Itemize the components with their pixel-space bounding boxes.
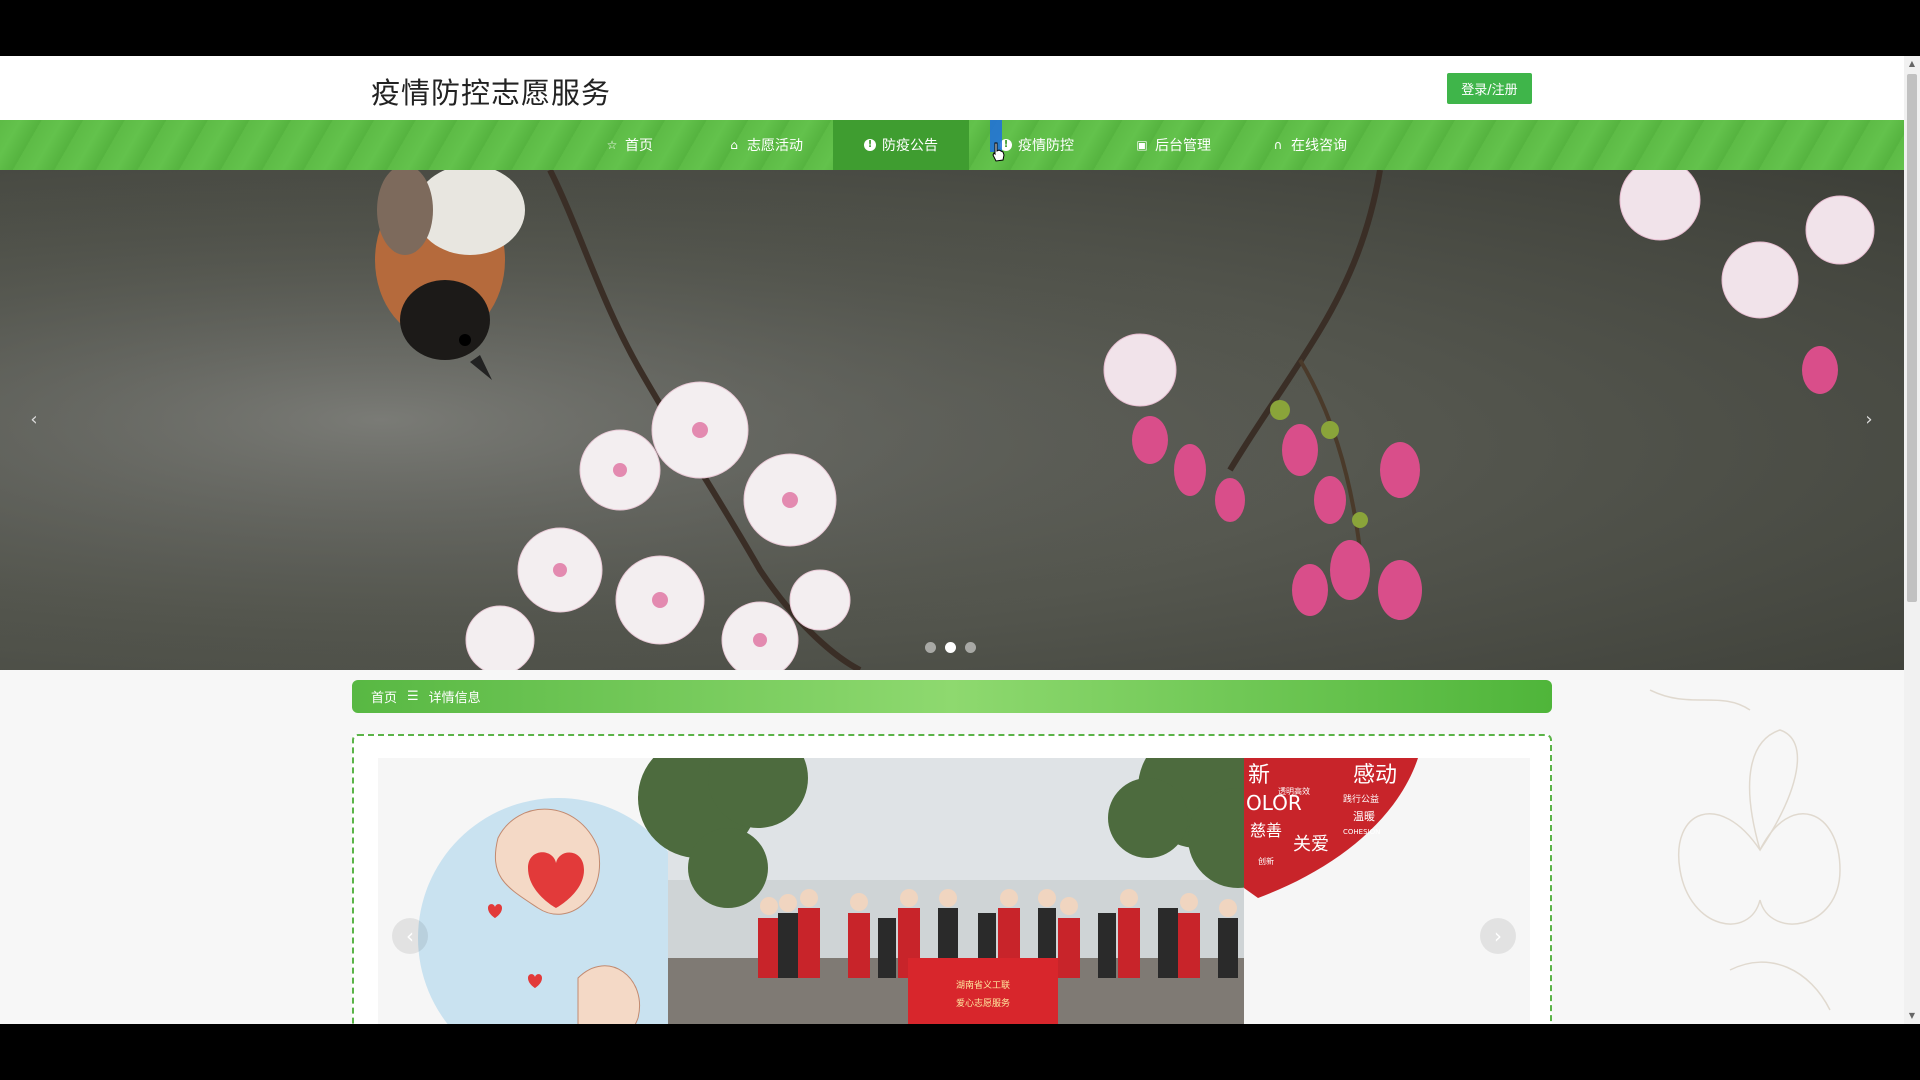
- breadcrumb: 首页 ☰ 详情信息: [352, 680, 1552, 713]
- nav-item-label: 首页: [625, 138, 653, 154]
- breadcrumb-home-link[interactable]: 首页: [371, 687, 397, 706]
- nav-item-label: 志愿活动: [747, 138, 803, 154]
- detail-panel: 湖南省义工联 爱心志愿服务 新 感动 OLOR 慈善 关爱 温暖 践行公益 透明…: [352, 734, 1552, 1024]
- scroll-down-icon[interactable]: ▼: [1908, 1012, 1916, 1020]
- hero-next-arrow[interactable]: ›: [1857, 408, 1881, 432]
- hero-prev-arrow[interactable]: ‹: [22, 408, 46, 432]
- gallery-images: 湖南省义工联 爱心志愿服务 新 感动 OLOR 慈善 关爱 温暖 践行公益 透明…: [378, 758, 1530, 1024]
- word-cloud-2: 感动: [1353, 763, 1397, 788]
- floral-decoration: [1649, 689, 1841, 1011]
- word-cloud-9: COHESION: [1343, 828, 1380, 836]
- hero-pagination: [925, 642, 976, 653]
- nav-item-label: 后台管理: [1155, 138, 1211, 154]
- clipboard-icon: ▣: [1136, 138, 1148, 152]
- site-title: 疫情防控志愿服务: [371, 76, 612, 110]
- login-register-button[interactable]: 登录/注册: [1447, 73, 1532, 104]
- word-cloud-10: 创新: [1258, 856, 1274, 866]
- word-cloud-1: 新: [1248, 763, 1270, 788]
- carousel-dot-2[interactable]: [945, 642, 956, 653]
- scroll-up-icon[interactable]: ▲: [1908, 60, 1916, 68]
- hero-carousel: ‹ ›: [0, 170, 1904, 670]
- breadcrumb-current: 详情信息: [428, 691, 481, 706]
- nav-item-label: 疫情防控: [1018, 138, 1074, 154]
- banner-line-1: 湖南省义工联: [956, 979, 1010, 991]
- gallery-next-arrow[interactable]: ›: [1480, 918, 1516, 954]
- main-nav: ☆ 首页 ⌂ 志愿活动 ! 防疫公告 ! 疫情防控 ▣ 后台管理 ∩ 在线咨询: [0, 120, 1904, 170]
- nav-item-label: 在线咨询: [1291, 138, 1347, 154]
- word-cloud-4: 慈善: [1250, 821, 1282, 840]
- hero-image: [0, 170, 1904, 670]
- breadcrumb-separator-icon: ☰: [407, 689, 419, 704]
- hand-cursor-icon: [992, 142, 1005, 162]
- browser-viewport: 疫情防控志愿服务 登录/注册 ☆ 首页 ⌂ 志愿活动 ! 防疫公告 ! 疫情防控…: [0, 56, 1920, 1024]
- nav-item-volunteer-activities[interactable]: ⌂ 志愿活动: [697, 120, 833, 170]
- carousel-dot-1[interactable]: [925, 642, 936, 653]
- gallery-prev-arrow[interactable]: ‹: [392, 918, 428, 954]
- word-cloud-8: 透明高效: [1278, 786, 1310, 796]
- info-circle-icon: !: [864, 139, 876, 151]
- page-scrollbar[interactable]: ▲ ▼: [1904, 56, 1920, 1024]
- nav-item-home[interactable]: ☆ 首页: [561, 120, 697, 170]
- nav-item-admin[interactable]: ▣ 后台管理: [1105, 120, 1241, 170]
- nav-item-epidemic-notice[interactable]: ! 防疫公告: [833, 120, 969, 170]
- scroll-thumb[interactable]: [1907, 74, 1917, 602]
- headset-icon: ∩: [1273, 138, 1283, 152]
- bag-icon: ⌂: [730, 138, 738, 152]
- site-header: 疫情防控志愿服务 登录/注册: [0, 56, 1904, 120]
- word-cloud-5: 关爱: [1293, 834, 1329, 855]
- nav-item-online-consult[interactable]: ∩ 在线咨询: [1241, 120, 1377, 170]
- carousel-dot-3[interactable]: [965, 642, 976, 653]
- letterbox-bottom: [0, 1024, 1920, 1080]
- word-cloud-6: 温暖: [1353, 810, 1375, 823]
- nav-item-label: 防疫公告: [882, 138, 938, 154]
- banner-line-2: 爱心志愿服务: [956, 997, 1010, 1009]
- word-cloud-7: 践行公益: [1343, 793, 1379, 805]
- image-gallery: 湖南省义工联 爱心志愿服务 新 感动 OLOR 慈善 关爱 温暖 践行公益 透明…: [378, 758, 1530, 1024]
- letterbox-top: [0, 0, 1920, 56]
- star-icon: ☆: [606, 138, 618, 152]
